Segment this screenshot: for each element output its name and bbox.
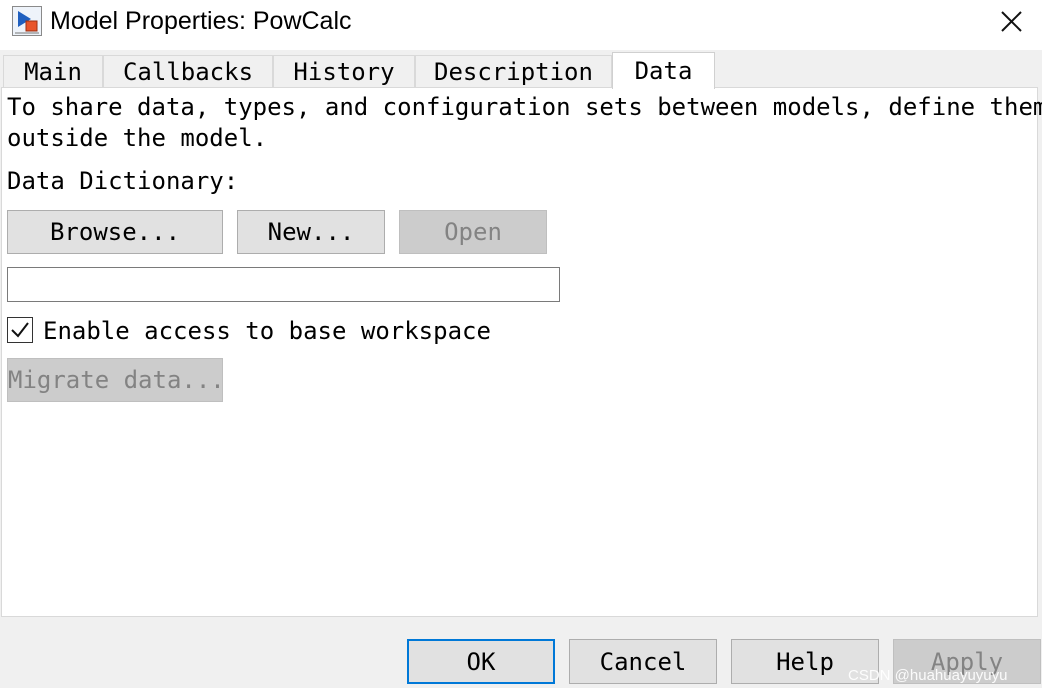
dialog-bottom-edge <box>0 688 1042 695</box>
enable-base-workspace-label[interactable]: Enable access to base workspace <box>43 316 491 346</box>
title-bar: Model Properties: PowCalc <box>0 0 1042 50</box>
close-button[interactable] <box>994 5 1028 39</box>
tab-history[interactable]: History <box>273 55 415 87</box>
tab-data[interactable]: Data <box>612 52 715 89</box>
simulink-model-icon <box>12 6 42 36</box>
tab-main[interactable]: Main <box>3 55 103 87</box>
description-text-line2: outside the model. <box>7 124 268 152</box>
data-dictionary-label: Data Dictionary: <box>7 167 239 195</box>
watermark: CSDN @huahuayuyuyu <box>848 667 1008 684</box>
ok-button[interactable]: OK <box>407 639 555 684</box>
data-dictionary-path-field[interactable] <box>7 267 560 302</box>
browse-button[interactable]: Browse... <box>7 210 223 254</box>
cancel-button[interactable]: Cancel <box>569 639 717 684</box>
open-button[interactable]: Open <box>399 210 547 254</box>
tab-callbacks[interactable]: Callbacks <box>103 55 273 87</box>
close-icon <box>1001 11 1022 32</box>
window-title: Model Properties: PowCalc <box>50 7 352 35</box>
enable-base-workspace-checkbox[interactable] <box>7 317 33 343</box>
migrate-data-button[interactable]: Migrate data... <box>7 358 225 402</box>
checkmark-icon <box>11 322 29 338</box>
description-text-line1: To share data, types, and configuration … <box>7 93 1042 121</box>
tab-description[interactable]: Description <box>415 55 612 87</box>
new-button[interactable]: New... <box>237 210 385 254</box>
